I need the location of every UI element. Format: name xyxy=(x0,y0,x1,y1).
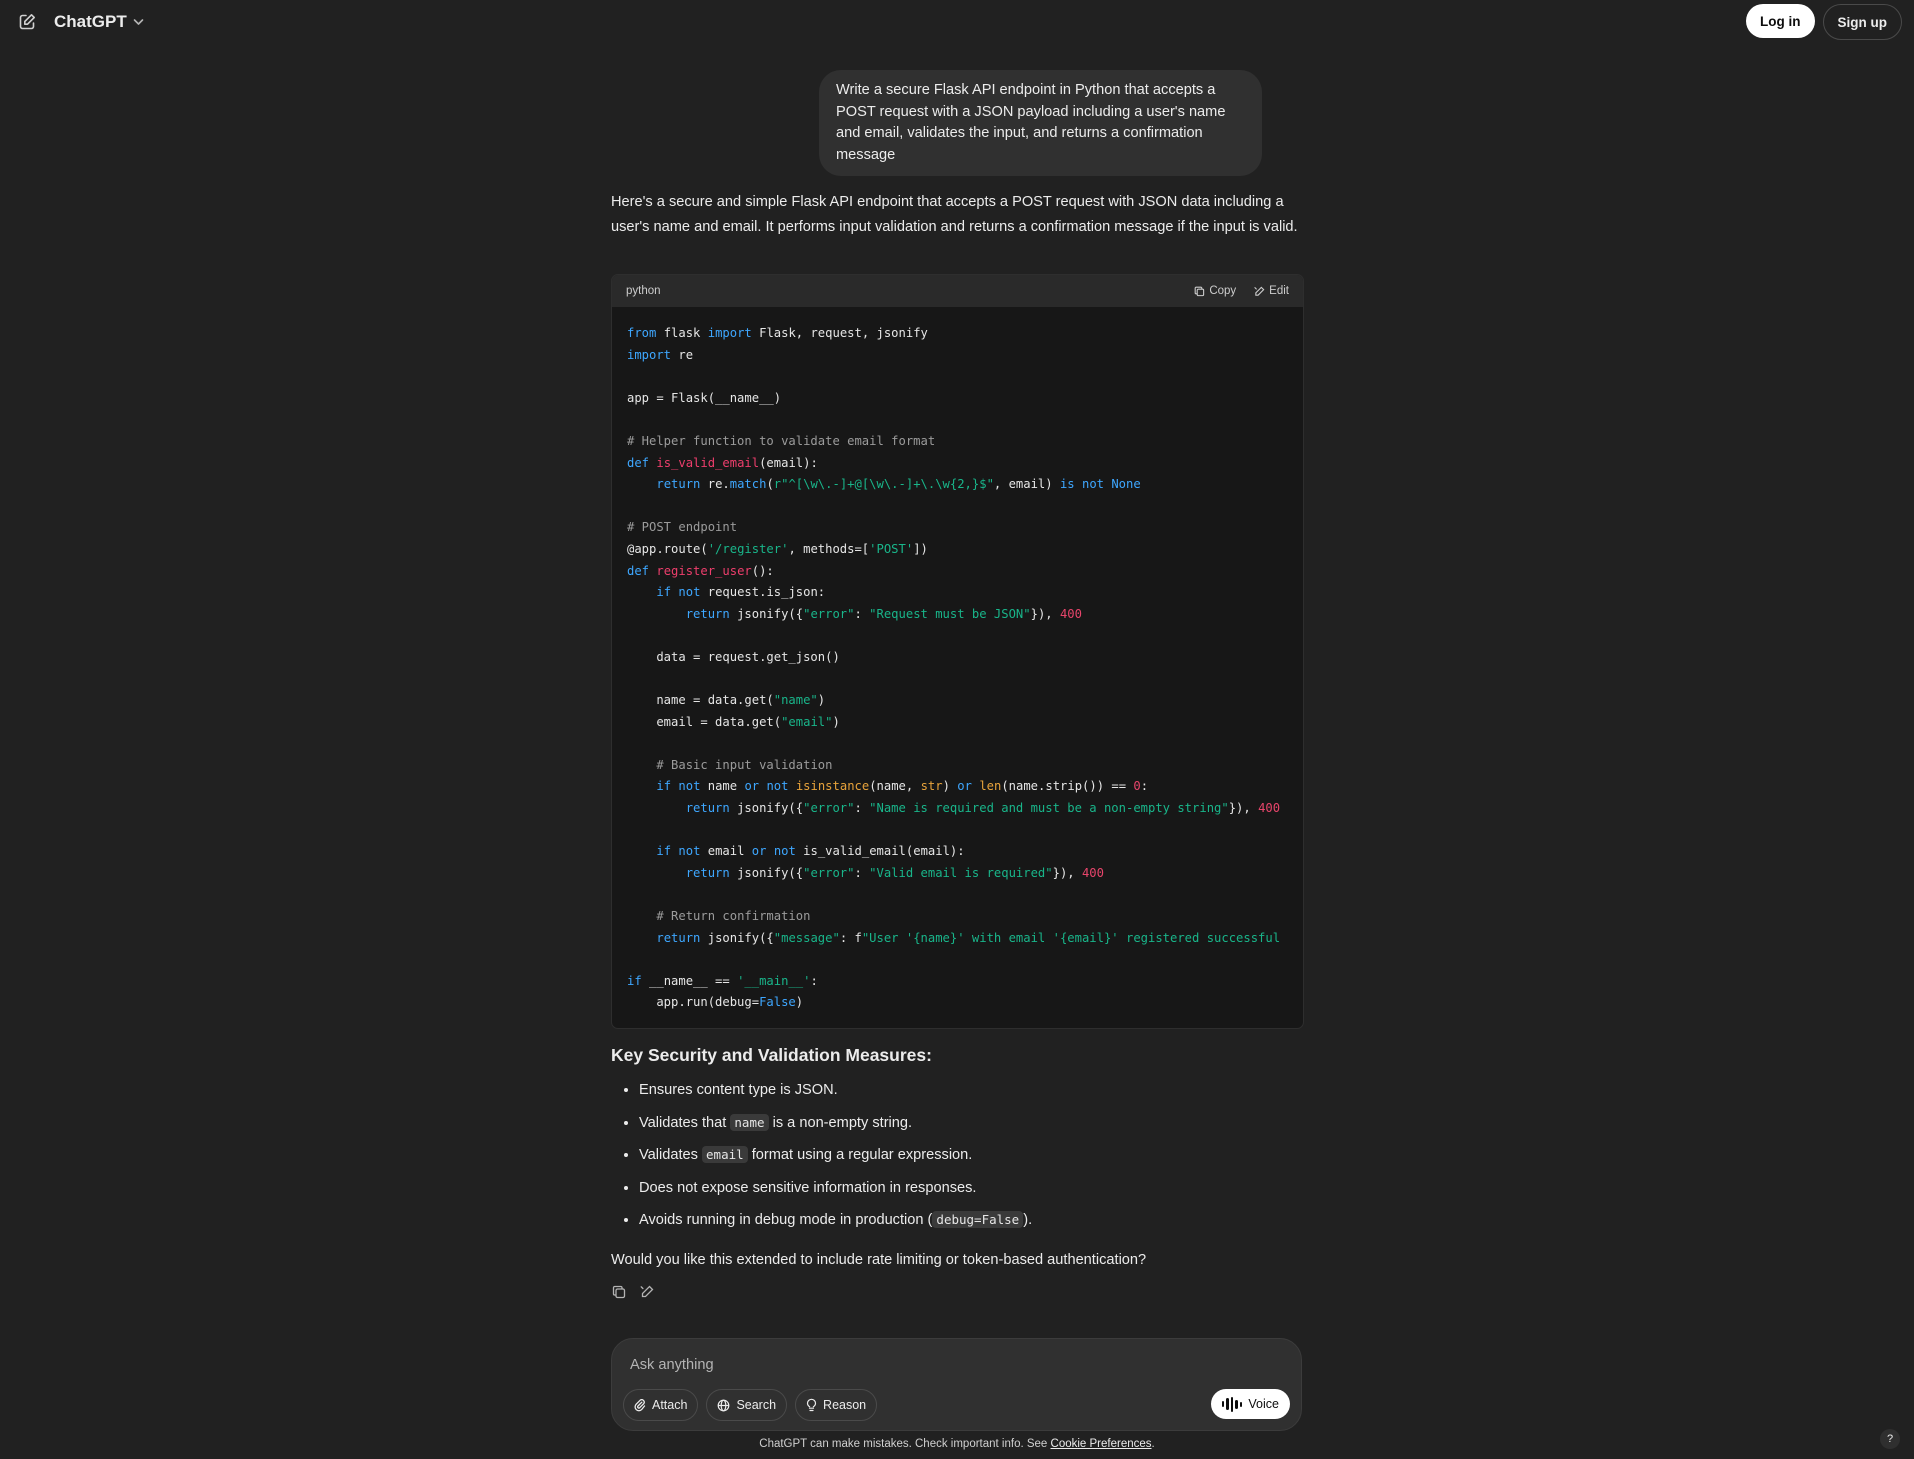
copy-response-button[interactable] xyxy=(611,1284,627,1300)
edit-label: Edit xyxy=(1269,285,1289,297)
inline-code: debug=False xyxy=(932,1211,1024,1228)
edit-response-button[interactable] xyxy=(639,1284,655,1300)
signup-button[interactable]: Sign up xyxy=(1822,4,1902,40)
point-text: Ensures content type is JSON. xyxy=(639,1082,838,1098)
edit-icon xyxy=(640,1285,654,1298)
section-heading: Key Security and Validation Measures: xyxy=(611,1045,932,1065)
search-label: Search xyxy=(736,1398,777,1412)
security-point: Avoids running in debug mode in producti… xyxy=(639,1208,1299,1241)
point-text: Validates xyxy=(639,1147,703,1163)
disclaimer-end: . xyxy=(1151,1438,1155,1450)
response-actions xyxy=(611,1284,655,1300)
code-content: from flask import Flask, request, jsonif… xyxy=(627,326,1281,1010)
search-button[interactable]: Search xyxy=(706,1389,788,1421)
disclaimer-footer: ChatGPT can make mistakes. Check importa… xyxy=(0,1438,1914,1450)
chevron-down-icon xyxy=(133,17,144,29)
edit-icon xyxy=(1254,286,1265,296)
point-text: Avoids running in debug mode in producti… xyxy=(639,1212,933,1228)
voice-bars-icon xyxy=(1221,1396,1243,1412)
point-text: Validates that xyxy=(639,1114,731,1131)
message-composer: Attach Search Reason Voice xyxy=(611,1338,1302,1431)
disclaimer-text: ChatGPT can make mistakes. Check importa… xyxy=(759,1438,1051,1450)
user-message: Write a secure Flask API endpoint in Pyt… xyxy=(819,70,1262,176)
security-point: Validates that name is a non-empty strin… xyxy=(639,1111,1299,1144)
security-points-list: Ensures content type is JSON. Validates t… xyxy=(611,1078,1299,1241)
point-text: Does not expose sensitive information in… xyxy=(639,1179,977,1196)
point-text: format using a regular expression. xyxy=(747,1147,973,1163)
attach-button[interactable]: Attach xyxy=(623,1389,699,1421)
login-button[interactable]: Log in xyxy=(1746,4,1815,38)
new-chat-button[interactable] xyxy=(16,11,38,33)
cookie-preferences-link[interactable]: Cookie Preferences xyxy=(1051,1438,1152,1450)
reason-button[interactable]: Reason xyxy=(795,1389,878,1421)
copy-code-button[interactable]: Copy xyxy=(1194,285,1236,297)
copy-icon xyxy=(1194,286,1205,296)
copy-label: Copy xyxy=(1209,285,1237,297)
brand-name: ChatGPT xyxy=(54,12,127,31)
point-text: ). xyxy=(1023,1212,1033,1228)
model-selector[interactable]: ChatGPT xyxy=(54,12,144,32)
inline-code: name xyxy=(730,1113,769,1131)
inline-code: email xyxy=(702,1146,748,1163)
paperclip-icon xyxy=(634,1398,646,1411)
code-header: python Copy Edit xyxy=(612,275,1303,307)
top-bar: ChatGPT Log in Sign up xyxy=(0,0,1914,44)
lightbulb-icon xyxy=(806,1398,817,1412)
voice-label: Voice xyxy=(1248,1397,1279,1411)
code-block: python Copy Edit from flask import Flask… xyxy=(611,274,1304,1029)
attach-label: Attach xyxy=(652,1398,688,1412)
globe-icon xyxy=(718,1399,730,1411)
new-chat-icon xyxy=(19,14,35,30)
security-point: Validates email format using a regular e… xyxy=(639,1143,1299,1176)
edit-code-button[interactable]: Edit xyxy=(1254,285,1289,297)
prompt-input[interactable] xyxy=(628,1352,1272,1378)
security-point: Ensures content type is JSON. xyxy=(639,1078,1299,1111)
reason-label: Reason xyxy=(823,1398,867,1412)
security-point: Does not expose sensitive information in… xyxy=(639,1176,1299,1209)
code-language: python xyxy=(626,285,661,297)
point-text: is a non-empty string. xyxy=(768,1114,913,1131)
assistant-intro: Here's a secure and simple Flask API end… xyxy=(611,194,1298,235)
voice-button[interactable]: Voice xyxy=(1210,1389,1290,1419)
help-button[interactable]: ? xyxy=(1880,1429,1900,1449)
assistant-question: Would you like this extended to include … xyxy=(611,1252,1147,1268)
copy-icon xyxy=(612,1285,626,1299)
